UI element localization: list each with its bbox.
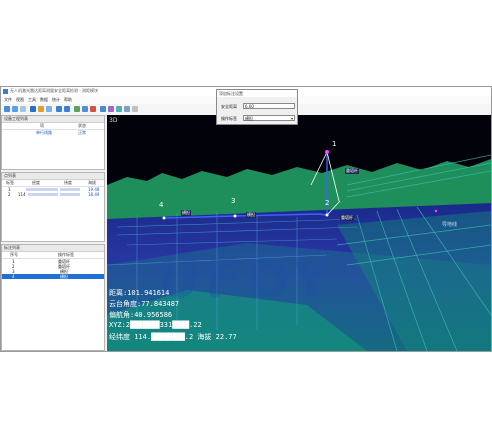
col-lon: 经度: [32, 180, 40, 185]
project-panel-title: 设备工程列表: [2, 116, 104, 123]
col-no: 序号: [10, 252, 18, 257]
pan-icon[interactable]: [46, 106, 52, 112]
save-icon[interactable]: [12, 106, 18, 112]
safe-distance-label: 安全距离: [221, 104, 237, 109]
col-status: 状态: [78, 123, 86, 128]
line-icon[interactable]: [82, 106, 88, 112]
distance-readout: 距离:101.941614: [109, 289, 170, 297]
menu-file[interactable]: 文件: [4, 97, 12, 103]
select-icon[interactable]: [30, 106, 36, 112]
delete-icon[interactable]: [90, 106, 96, 112]
col-label: 操作标签: [58, 252, 74, 257]
3d-viewport[interactable]: 3D 1 重塔杆 2 重塔杆 3 横担 4 横担 导地线 UFDY 距离:101…: [107, 115, 491, 351]
marker-label-select[interactable]: 横担 ▾: [243, 115, 295, 121]
col-lat: 纬度: [64, 180, 72, 185]
project-columns: 项 状态: [2, 123, 104, 130]
app-icon: [3, 89, 8, 94]
redacted-lat: [60, 193, 80, 196]
project-row[interactable]: 单行线路 正常: [2, 130, 104, 135]
fit-icon[interactable]: [116, 106, 122, 112]
marker-no: 4: [12, 274, 15, 279]
project-status: 正常: [78, 130, 86, 135]
pitch-readout: 云台角度:77.843487: [109, 300, 180, 308]
marker-label-label: 操作标签: [221, 116, 237, 121]
watermark-logo: UFDY: [157, 250, 336, 310]
dialog-title: 添加标注设置: [217, 90, 297, 97]
point-marker-1: 1: [332, 140, 337, 148]
point-tag-4: 横担: [181, 210, 191, 216]
viewport-mode-label: 3D: [109, 117, 118, 124]
yaw-readout: 偏航角:40.956586: [109, 311, 173, 319]
point-list-panel: 点列表 标签 经度 纬度 海拔 1 19.48 2 114 18.49: [1, 172, 105, 242]
zoom-out-icon[interactable]: [64, 106, 70, 112]
marker-row-selected[interactable]: 4 横担: [2, 274, 104, 279]
window-title: 无人机激光雷达距离测量安全距离检测 - 测距模块: [10, 88, 98, 93]
col-alt: 海拔: [88, 180, 96, 185]
xyz-readout: XYZ:2███████331████.22: [109, 321, 202, 329]
measure-icon[interactable]: [38, 106, 44, 112]
point-tag-2: 重塔杆: [340, 215, 354, 221]
redacted-lat: [60, 188, 80, 191]
redacted-lon: [28, 193, 58, 196]
marker-columns: 序号 操作标签: [2, 252, 104, 259]
menu-view[interactable]: 视图: [16, 97, 24, 103]
refresh-icon[interactable]: [20, 106, 26, 112]
marker-panel: 标注列表 序号 操作标签 1 重塔杆 2 重塔杆 3 横担 4 横担: [1, 244, 105, 351]
point-marker-2: 2: [325, 199, 330, 207]
open-icon[interactable]: [4, 106, 10, 112]
app-window: 无人机激光雷达距离测量安全距离检测 - 测距模块 文件 视图 工具 数据 统计 …: [0, 86, 492, 352]
point-list-title: 点列表: [2, 173, 104, 180]
point-lon: 114: [18, 192, 26, 197]
marker-label-value: 横担: [245, 116, 253, 121]
menu-stats[interactable]: 统计: [52, 97, 60, 103]
point-marker-4: 4: [159, 201, 164, 209]
lonlat-readout: 经纬度 114.████████.2 海拔 22.77: [109, 333, 237, 341]
col-name: 项: [40, 123, 44, 128]
zoom-in-icon[interactable]: [56, 106, 62, 112]
marker-label: 横担: [60, 274, 68, 279]
project-panel: 设备工程列表 项 状态 单行线路 正常: [1, 115, 105, 170]
col-id: 标签: [6, 180, 14, 185]
point-list-columns: 标签 经度 纬度 海拔: [2, 180, 104, 187]
grid-icon[interactable]: [100, 106, 106, 112]
chevron-down-icon: ▾: [290, 116, 293, 121]
point-marker-3: 3: [231, 197, 236, 205]
redacted-lon: [26, 188, 58, 191]
marker-panel-title: 标注列表: [2, 245, 104, 252]
point-icon[interactable]: [74, 106, 80, 112]
point-id: 2: [8, 192, 11, 197]
menu-tools[interactable]: 工具: [28, 97, 36, 103]
point-tag-3: 横担: [246, 212, 256, 218]
point-row[interactable]: 2 114 18.49: [2, 192, 104, 197]
settings-icon[interactable]: [124, 106, 130, 112]
safe-distance-input[interactable]: 6.00: [243, 103, 295, 109]
cursor-icon[interactable]: [108, 106, 114, 112]
marker-settings-dialog: 添加标注设置 安全距离 6.00 操作标签 横担 ▾: [216, 89, 298, 125]
point-tag-1: 重塔杆: [345, 168, 359, 174]
side-tag: 导地线: [442, 222, 458, 228]
menu-help[interactable]: 帮助: [64, 97, 72, 103]
fullscreen-icon[interactable]: [132, 106, 138, 112]
project-name: 单行线路: [36, 130, 52, 135]
point-alt: 18.49: [88, 192, 100, 197]
menu-data[interactable]: 数据: [40, 97, 48, 103]
